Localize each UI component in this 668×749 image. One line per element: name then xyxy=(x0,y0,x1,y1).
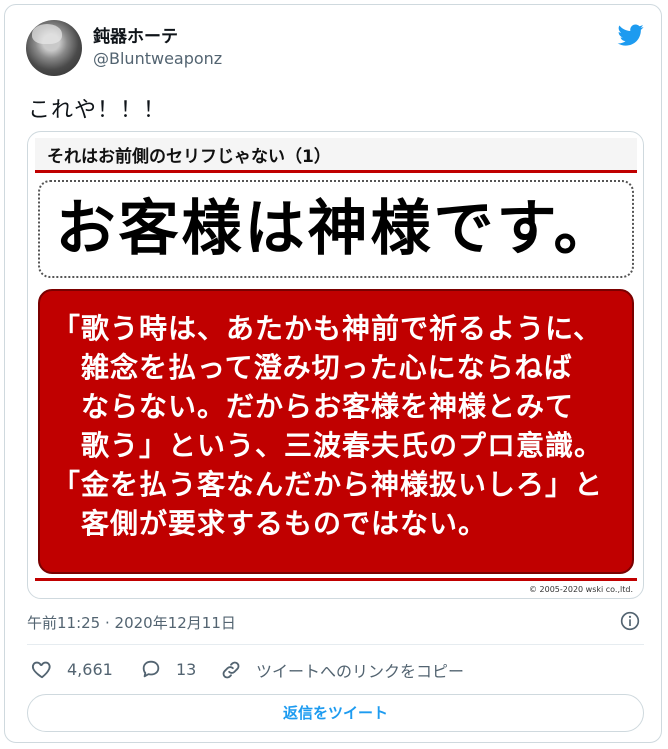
image-quote: 「歌う時は、あたかも神前で祈るように、 雑念を払って澄み切った心にならねば なら… xyxy=(52,309,624,543)
avatar-hair xyxy=(32,24,62,44)
link-icon xyxy=(222,661,240,679)
avatar[interactable] xyxy=(26,20,82,76)
reply-tweet-button[interactable]: 返信をツイート xyxy=(27,694,644,732)
quote-line: 歌う」という、三波春夫氏のプロ意識。 xyxy=(52,429,604,462)
image-header-bar: それはお前側のセリフじゃない（1） xyxy=(35,138,637,170)
reply-count: 13 xyxy=(176,659,197,679)
tweet-timestamp[interactable]: 午前11:25 · 2020年12月11日 xyxy=(27,612,236,633)
tweet-image[interactable]: それはお前側のセリフじゃない（1） お客様は神様です。 「歌う時は、あたかも神前… xyxy=(27,131,644,599)
image-quote-box: 「歌う時は、あたかも神前で祈るように、 雑念を払って澄み切った心にならねば なら… xyxy=(38,289,634,574)
tweet-text: これや！！！ xyxy=(28,98,167,123)
image-header-text: それはお前側のセリフじゃない（1） xyxy=(47,147,331,167)
image-divider xyxy=(35,170,637,173)
speech-bubble-icon xyxy=(142,660,160,678)
quote-line: 雑念を払って澄み切った心にならねば xyxy=(52,351,573,384)
info-icon[interactable] xyxy=(620,611,640,631)
quote-line: 「歌う時は、あたかも神前で祈るように、 xyxy=(52,312,603,345)
copy-link-action[interactable]: ツイートへのリンクをコピー xyxy=(220,658,464,682)
divider xyxy=(27,644,644,645)
copy-link-label: ツイートへのリンクをコピー xyxy=(256,662,465,681)
image-headline: お客様は神様です。 xyxy=(55,194,617,264)
display-name[interactable]: 鈍器ホーテ xyxy=(93,22,178,47)
quote-line: 客側が要求するものではない。 xyxy=(52,507,488,540)
reply-action[interactable]: 13 xyxy=(140,658,196,680)
twitter-bird-icon[interactable] xyxy=(616,22,646,48)
quote-line: 「金を払う客なんだから神様扱いしろ」と xyxy=(52,468,604,501)
like-count: 4,661 xyxy=(67,659,113,679)
image-copyright: © 2005-2020 wski co.,ltd. xyxy=(528,585,633,594)
image-headline-box: お客様は神様です。 xyxy=(38,180,634,278)
heart-icon xyxy=(31,661,51,679)
user-handle[interactable]: @Bluntweaponz xyxy=(93,49,222,68)
image-divider-bottom xyxy=(35,578,637,581)
quote-line: ならない。だからお客様を神様とみて xyxy=(52,390,575,423)
like-action[interactable]: 4,661 xyxy=(31,658,113,680)
action-bar: 4,661 13 ツイートへのリンクをコピー xyxy=(27,656,644,686)
